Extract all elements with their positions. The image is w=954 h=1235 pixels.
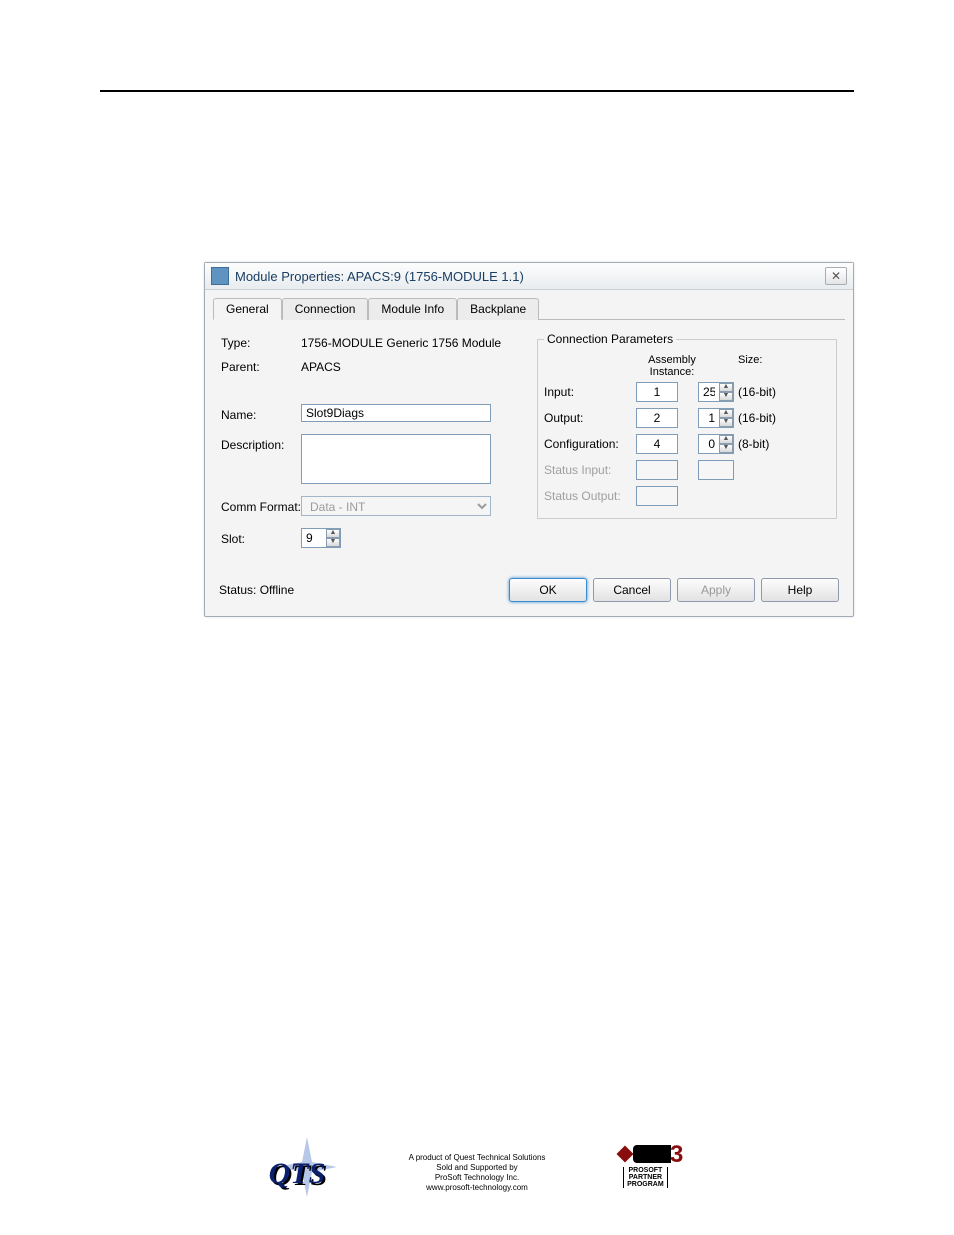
- spinner-down-icon[interactable]: ▼: [719, 444, 733, 453]
- input-assembly-instance[interactable]: [636, 382, 678, 402]
- dialog-titlebar: Module Properties: APACS:9 (1756-MODULE …: [205, 263, 853, 290]
- spinner-up-icon[interactable]: ▲: [326, 529, 340, 538]
- module-properties-dialog: Module Properties: APACS:9 (1756-MODULE …: [204, 262, 854, 617]
- configuration-size-spinner[interactable]: ▲▼: [698, 434, 734, 454]
- comm-format-label: Comm Format:: [221, 496, 301, 514]
- slot-spinner[interactable]: ▲ ▼: [301, 528, 341, 548]
- output-label: Output:: [544, 411, 636, 425]
- name-label: Name:: [221, 404, 301, 422]
- tab-general[interactable]: General: [213, 298, 282, 320]
- footer-line1: A product of Quest Technical Solutions: [409, 1153, 546, 1163]
- spinner-down-icon[interactable]: ▼: [719, 392, 733, 401]
- input-unit: (16-bit): [738, 385, 776, 399]
- page-footer: QTS A product of Quest Technical Solutio…: [0, 1145, 954, 1200]
- status-input-label: Status Input:: [544, 463, 636, 477]
- spinner-up-icon[interactable]: ▲: [719, 435, 733, 444]
- footer-text: A product of Quest Technical Solutions S…: [409, 1153, 546, 1193]
- header-divider: [100, 90, 854, 92]
- assembly-instance-header: Assembly Instance:: [636, 354, 708, 378]
- input-label: Input:: [544, 385, 636, 399]
- p3-bar-icon: [633, 1145, 671, 1163]
- type-value: 1756-MODULE Generic 1756 Module: [301, 332, 501, 350]
- parent-label: Parent:: [221, 356, 301, 374]
- spinner-up-icon[interactable]: ▲: [719, 383, 733, 392]
- tab-strip: General Connection Module Info Backplane: [213, 298, 845, 320]
- p3-line1: PROSOFT: [627, 1167, 664, 1174]
- status-output-label: Status Output:: [544, 489, 636, 503]
- cancel-button[interactable]: Cancel: [593, 578, 671, 602]
- output-assembly-instance[interactable]: [636, 408, 678, 428]
- status-output-assembly-instance: [636, 486, 678, 506]
- status-input-size: [698, 460, 734, 480]
- comm-format-select: Data - INT: [301, 496, 491, 516]
- spinner-up-icon[interactable]: ▲: [719, 409, 733, 418]
- p3-line2: PARTNER: [627, 1174, 664, 1181]
- tab-backplane[interactable]: Backplane: [457, 298, 539, 320]
- input-size-spinner[interactable]: ▲▼: [698, 382, 734, 402]
- spinner-down-icon[interactable]: ▼: [719, 418, 733, 427]
- close-button[interactable]: ✕: [825, 267, 847, 285]
- name-input[interactable]: [301, 404, 491, 422]
- configuration-label: Configuration:: [544, 437, 636, 451]
- help-button[interactable]: Help: [761, 578, 839, 602]
- spinner-down-icon[interactable]: ▼: [326, 538, 340, 547]
- footer-line2: Sold and Supported by: [409, 1163, 546, 1173]
- output-unit: (16-bit): [738, 411, 776, 425]
- p3-line3: PROGRAM: [627, 1181, 664, 1188]
- tab-connection[interactable]: Connection: [282, 298, 369, 320]
- description-input[interactable]: [301, 434, 491, 484]
- ok-button[interactable]: OK: [509, 578, 587, 602]
- dialog-title: Module Properties: APACS:9 (1756-MODULE …: [235, 269, 524, 284]
- close-icon: ✕: [831, 269, 841, 283]
- status-text: Status: Offline: [219, 583, 503, 597]
- connection-parameters-legend: Connection Parameters: [544, 332, 676, 346]
- configuration-unit: (8-bit): [738, 437, 769, 451]
- app-icon: [211, 267, 229, 285]
- configuration-assembly-instance[interactable]: [636, 434, 678, 454]
- parent-value: APACS: [301, 356, 341, 374]
- footer-line3: ProSoft Technology Inc.: [409, 1173, 546, 1183]
- diamond-icon: [617, 1146, 634, 1163]
- type-label: Type:: [221, 332, 301, 350]
- description-label: Description:: [221, 434, 301, 452]
- p3-logo: PROSOFT PARTNER PROGRAM: [605, 1145, 685, 1200]
- status-input-assembly-instance: [636, 460, 678, 480]
- footer-line4: www.prosoft-technology.com: [409, 1183, 546, 1193]
- tab-module-info[interactable]: Module Info: [368, 298, 457, 320]
- output-size-spinner[interactable]: ▲▼: [698, 408, 734, 428]
- connection-parameters-group: Connection Parameters Assembly Instance:…: [537, 332, 837, 519]
- apply-button: Apply: [677, 578, 755, 602]
- slot-label: Slot:: [221, 528, 301, 546]
- qts-logo: QTS: [269, 1145, 349, 1200]
- size-header: Size:: [708, 354, 806, 378]
